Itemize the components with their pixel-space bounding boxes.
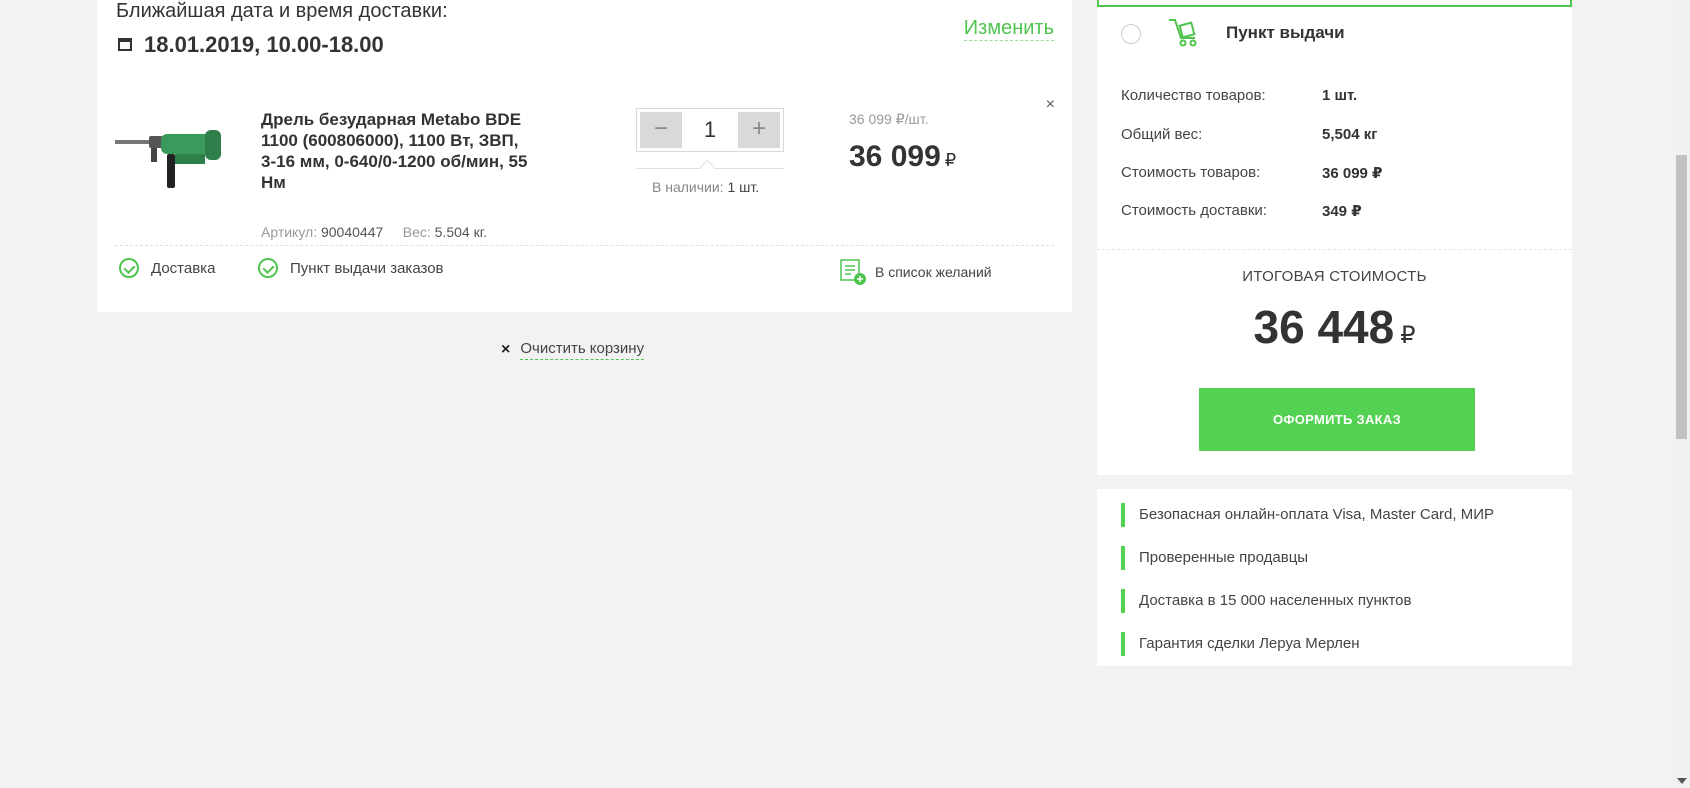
benefit-item: Безопасная онлайн-оплата Visa, Master Ca… [1121,503,1494,527]
scroll-down-arrow-icon[interactable] [1677,778,1687,784]
change-delivery-link[interactable]: Изменить [963,16,1054,41]
pickup-radio[interactable] [1121,24,1141,44]
summary-row-value: 36 099 ₽ [1322,165,1383,182]
benefits-list: Безопасная онлайн-оплата Visa, Master Ca… [1097,489,1572,666]
summary-row-label: Общий вес: [1121,126,1203,143]
summary-divider [1097,249,1572,250]
check-icon [119,258,139,278]
stock-label: В наличии: [652,179,724,195]
summary-row-label: Стоимость доставки: [1121,202,1267,219]
benefit-item: Доставка в 15 000 населенных пунктов [1121,589,1412,613]
summary-row-label: Стоимость товаров: [1121,164,1261,181]
option-delivery: Доставка [119,258,215,278]
order-summary: Пункт выдачи Количество товаров: 1 шт. О… [1097,0,1572,475]
stock-pointer [699,159,716,176]
close-icon: × [501,340,511,358]
selected-option-border [1097,0,1572,7]
summary-row-value: 349 ₽ [1322,203,1362,220]
article-label: Артикул: [261,224,318,240]
check-icon [258,258,278,278]
item-price-currency: ₽ [944,150,957,170]
clear-cart-button[interactable]: × Очистить корзину [501,339,645,360]
pickup-label: Пункт выдачи [1226,23,1345,42]
clear-cart-label: Очистить корзину [520,339,645,360]
total-label: ИТОГОВАЯ СТОИМОСТЬ [1242,268,1427,285]
product-title[interactable]: Дрель безударная Metabo BDE 1100 (600806… [261,109,531,193]
quantity-decrease-button[interactable]: − [640,112,682,148]
article-line: Артикул: 90040447 Вес: 5.504 кг. [261,224,487,240]
benefit-item: Проверенные продавцы [1121,546,1308,570]
article-value: 90040447 [320,224,384,240]
item-price-value: 36 099 [849,140,941,173]
weight-label: Вес: [402,224,431,240]
total-price-currency: ₽ [1400,322,1416,349]
remove-item-close-icon[interactable]: × [1046,96,1055,114]
item-price: 36 099 ₽ [849,140,956,174]
benefit-item: Гарантия сделки Леруа Мерлен [1121,632,1360,656]
product-image[interactable] [115,120,223,190]
option-pickup-label: Пункт выдачи заказов [290,259,444,277]
total-price-value: 36 448 [1253,301,1395,353]
unit-price: 36 099 ₽/шт. [849,111,929,127]
quantity-stepper: − 1 + [636,108,784,152]
summary-row-value: 5,504 кг [1322,126,1378,143]
page-scrollbar[interactable] [1673,0,1690,788]
quantity-increase-button[interactable]: + [738,112,780,148]
cart-item: Дрель безударная Metabo BDE 1100 (600806… [97,82,1072,312]
summary-row-value: 1 шт. [1322,87,1358,104]
option-delivery-label: Доставка [151,259,216,277]
wishlist-icon [840,259,866,285]
option-pickup: Пункт выдачи заказов [258,258,444,278]
quantity-input[interactable]: 1 [687,109,733,151]
scrollbar-thumb[interactable] [1676,155,1687,439]
delivery-card: Ближайшая дата и время доставки: 18.01.2… [97,0,1072,83]
wishlist-label: В список желаний [875,264,992,280]
item-divider [115,245,1054,246]
cart-icon [1169,19,1197,47]
stock-status: В наличии: 1 шт. [652,179,759,195]
weight-value: 5.504 кг. [434,224,487,240]
stock-value: 1 шт. [727,179,760,195]
total-price: 36 448 ₽ [1097,300,1572,354]
delivery-date: 18.01.2019, 10.00-18.00 [144,32,384,57]
summary-row-label: Количество товаров: [1121,87,1266,104]
calendar-icon [118,38,132,51]
add-to-wishlist-button[interactable]: В список желаний [839,258,992,286]
delivery-label: Ближайшая дата и время доставки: [116,0,448,22]
checkout-button[interactable]: ОФОРМИТЬ ЗАКАЗ [1199,388,1475,451]
